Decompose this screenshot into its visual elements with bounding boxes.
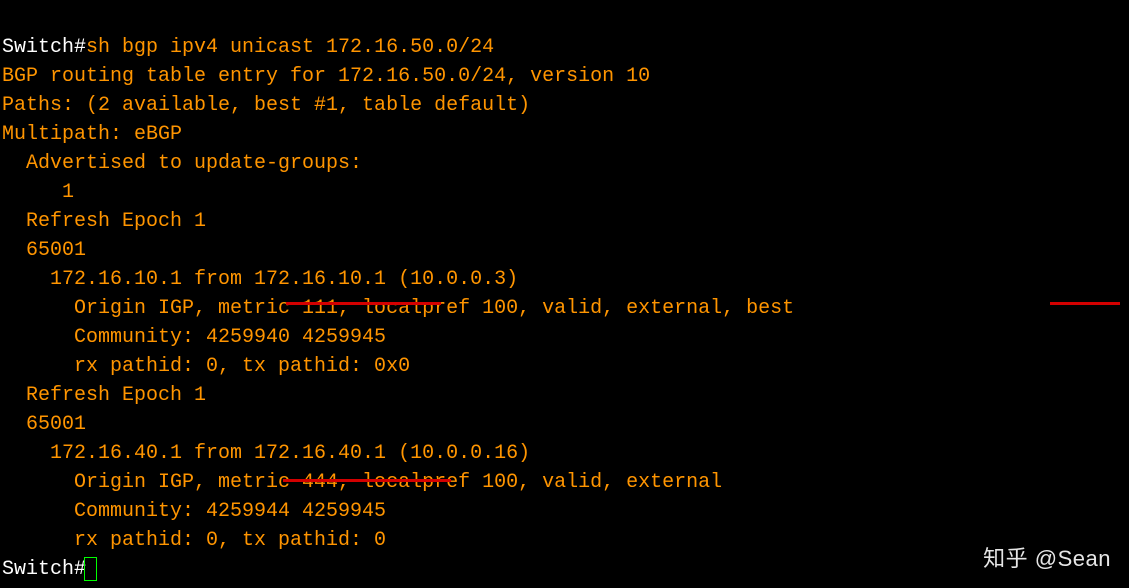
- underline-best: [1050, 302, 1120, 305]
- out-line-p2-refresh: Refresh Epoch 1: [2, 384, 206, 407]
- out-line-header3: Multipath: eBGP: [2, 123, 182, 146]
- cursor-icon: [84, 557, 97, 581]
- out-line-header1: BGP routing table entry for 172.16.50.0/…: [2, 65, 650, 88]
- prompt: Switch#: [2, 36, 86, 59]
- underline-metric-111: [286, 302, 441, 305]
- out-line-p1-refresh: Refresh Epoch 1: [2, 210, 206, 233]
- out-line-p1-attrs: Origin IGP, metric 111, localpref 100, v…: [2, 297, 794, 320]
- out-line-p2-attrs: Origin IGP, metric 444, localpref 100, v…: [2, 471, 722, 494]
- underline-metric-444: [283, 479, 451, 482]
- out-line-p1-comm: Community: 4259940 4259945: [2, 326, 386, 349]
- terminal-output[interactable]: Switch#sh bgp ipv4 unicast 172.16.50.0/2…: [0, 0, 1129, 588]
- out-line-p2-rx: rx pathid: 0, tx pathid: 0: [2, 529, 386, 552]
- command-text: sh bgp ipv4 unicast 172.16.50.0/24: [86, 36, 494, 59]
- out-line-p2-nexthop: 172.16.40.1 from 172.16.40.1 (10.0.0.16): [2, 442, 530, 465]
- out-line-p1-as: 65001: [2, 239, 86, 262]
- out-line-adv2: 1: [2, 181, 74, 204]
- out-line-adv1: Advertised to update-groups:: [2, 152, 362, 175]
- out-line-p2-as: 65001: [2, 413, 86, 436]
- prompt-end: Switch#: [2, 558, 86, 581]
- out-line-p1-rx: rx pathid: 0, tx pathid: 0x0: [2, 355, 410, 378]
- out-line-p2-comm: Community: 4259944 4259945: [2, 500, 386, 523]
- watermark: 知乎 @Sean: [983, 544, 1111, 573]
- out-line-p1-nexthop: 172.16.10.1 from 172.16.10.1 (10.0.0.3): [2, 268, 518, 291]
- out-line-header2: Paths: (2 available, best #1, table defa…: [2, 94, 530, 117]
